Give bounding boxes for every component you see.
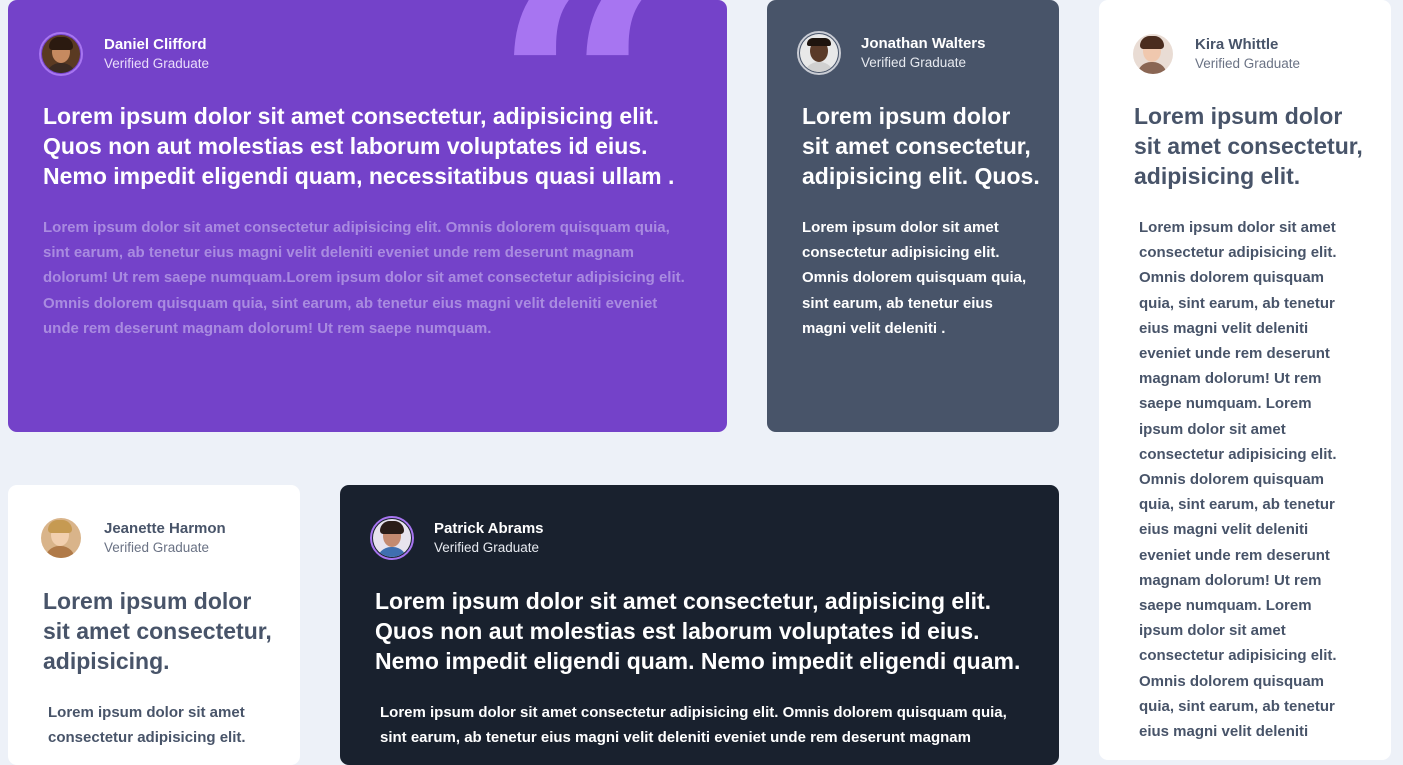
author-role: Verified Graduate xyxy=(1195,56,1301,71)
testimonial-author: Daniel Clifford Verified Graduate xyxy=(39,32,209,76)
testimonial-body: Lorem ipsum dolor sit amet consectetur a… xyxy=(1139,219,1337,741)
author-name: Kira Whittle xyxy=(1195,36,1279,53)
testimonial-body: Lorem ipsum dolor sit amet consectetur a… xyxy=(48,704,246,747)
avatar xyxy=(1131,32,1175,76)
testimonial-headline: Lorem ipsum dolor sit amet consectetur, … xyxy=(1134,103,1363,189)
testimonial-headline: Lorem ipsum dolor sit amet consectetur, … xyxy=(43,103,675,189)
testimonial-headline: Lorem ipsum dolor sit amet consectetur, … xyxy=(375,588,1021,674)
testimonial-author: Kira Whittle Verified Graduate xyxy=(1131,32,1300,76)
testimonial-headline: Lorem ipsum dolor sit amet consectetur, … xyxy=(43,588,272,674)
testimonial-card-daniel-clifford: “ Daniel Clifford Verified Graduate Lore… xyxy=(8,0,727,432)
avatar xyxy=(39,516,83,560)
testimonial-card-jonathan-walters: Jonathan Walters Verified Graduate Lorem… xyxy=(767,0,1059,432)
testimonial-card-patrick-abrams: Patrick Abrams Verified Graduate Lorem i… xyxy=(340,485,1059,765)
author-name: Jeanette Harmon xyxy=(104,520,226,537)
testimonial-card-kira-whittle: Kira Whittle Verified Graduate Lorem ips… xyxy=(1099,0,1391,760)
author-name: Patrick Abrams xyxy=(434,520,544,537)
avatar xyxy=(797,31,841,75)
author-role: Verified Graduate xyxy=(434,540,540,555)
testimonial-author: Patrick Abrams Verified Graduate xyxy=(370,516,544,560)
testimonial-author: Jonathan Walters Verified Graduate xyxy=(797,31,985,75)
avatar xyxy=(370,516,414,560)
testimonial-body: Lorem ipsum dolor sit amet consectetur a… xyxy=(802,219,1027,337)
avatar xyxy=(39,32,83,76)
author-role: Verified Graduate xyxy=(861,55,967,70)
testimonial-card-jeanette-harmon: Jeanette Harmon Verified Graduate Lorem … xyxy=(8,485,300,765)
author-role: Verified Graduate xyxy=(104,540,210,555)
testimonial-body: Lorem ipsum dolor sit amet consectetur a… xyxy=(43,219,685,337)
testimonial-headline: Lorem ipsum dolor sit amet consectetur, … xyxy=(802,103,1040,189)
author-name: Daniel Clifford xyxy=(104,36,207,53)
author-name: Jonathan Walters xyxy=(861,35,986,52)
testimonial-body: Lorem ipsum dolor sit amet consectetur a… xyxy=(380,704,1007,747)
author-role: Verified Graduate xyxy=(104,56,210,71)
testimonial-author: Jeanette Harmon Verified Graduate xyxy=(39,516,226,560)
